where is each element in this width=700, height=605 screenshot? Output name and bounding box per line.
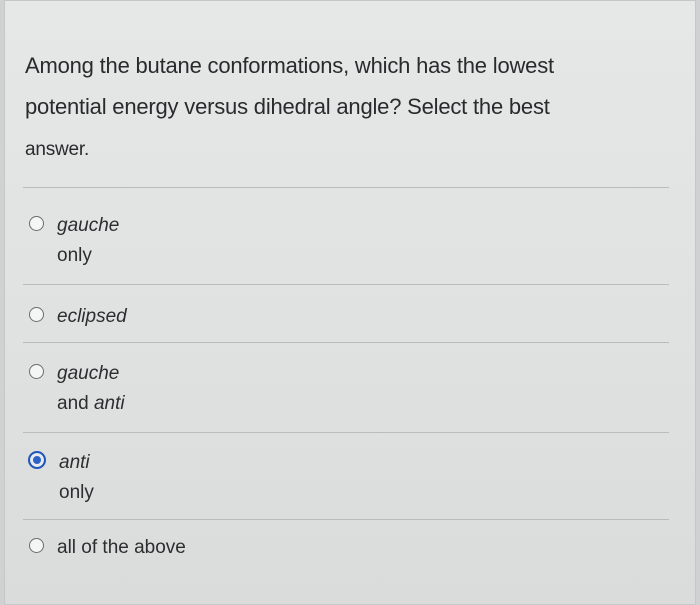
- option-divider: [23, 342, 669, 343]
- question-text: Among the butane conformations, which ha…: [25, 45, 665, 170]
- option-label: gauche and anti: [57, 359, 125, 419]
- quiz-card: Among the butane conformations, which ha…: [4, 0, 696, 605]
- option-divider: [23, 432, 669, 433]
- option-label-line-1: all of the above: [57, 537, 186, 558]
- radio-button[interactable]: [29, 216, 44, 231]
- option-label-anti: anti: [93, 393, 125, 414]
- radio-button[interactable]: [29, 364, 44, 379]
- option-label-line-2: only: [57, 245, 92, 266]
- option-label-line-1: gauche: [57, 363, 120, 384]
- option-label: all of the above: [57, 533, 186, 563]
- option-divider: [23, 284, 669, 285]
- radio-button[interactable]: [29, 307, 44, 322]
- option-eclipsed[interactable]: eclipsed: [29, 302, 127, 332]
- radio-button[interactable]: [29, 538, 44, 553]
- option-anti-only[interactable]: anti only: [28, 448, 94, 508]
- option-label-and: and: [57, 393, 89, 414]
- option-label: anti only: [59, 448, 94, 508]
- option-label-line-2: and anti: [57, 389, 125, 419]
- option-label-line-2: only: [59, 482, 94, 503]
- question-line-3: answer.: [25, 139, 90, 160]
- question-line-2: potential energy versus dihedral angle? …: [25, 94, 550, 119]
- radio-button-selected[interactable]: [28, 451, 46, 469]
- option-gauche-and-anti[interactable]: gauche and anti: [29, 359, 125, 419]
- option-gauche-only[interactable]: gauche only: [29, 211, 119, 271]
- option-label-line-1: anti: [59, 452, 90, 473]
- option-divider: [23, 519, 669, 520]
- question-divider: [23, 187, 669, 188]
- option-label: gauche only: [57, 211, 119, 271]
- option-label-line-1: gauche: [57, 215, 120, 236]
- option-label-line-1: eclipsed: [57, 306, 127, 327]
- option-all-of-the-above[interactable]: all of the above: [29, 533, 186, 563]
- option-label: eclipsed: [57, 302, 127, 332]
- question-line-1: Among the butane conformations, which ha…: [25, 53, 554, 78]
